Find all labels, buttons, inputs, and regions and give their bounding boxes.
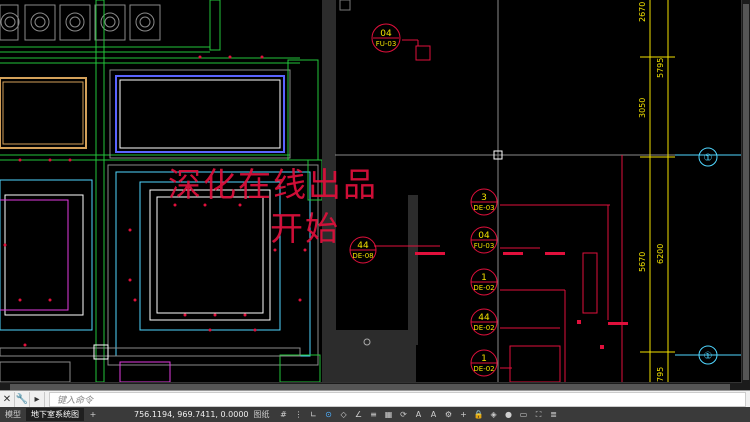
tag-code: DE-02 bbox=[473, 284, 494, 292]
tag-code: DE-02 bbox=[473, 324, 494, 332]
tag-code: FU-03 bbox=[376, 40, 397, 48]
otrack-icon[interactable]: ∠ bbox=[353, 408, 365, 421]
grid-icon[interactable]: # bbox=[278, 408, 290, 421]
watermark-line2: 开始 bbox=[270, 209, 340, 248]
add-layout-icon[interactable]: + bbox=[87, 408, 99, 421]
dimension-label: 5670 bbox=[638, 252, 647, 272]
tag-num: 44 bbox=[478, 313, 490, 323]
close-icon[interactable]: ✕ bbox=[0, 392, 15, 407]
fullscreen-icon[interactable]: ⛶ bbox=[533, 408, 545, 421]
tag-num: 04 bbox=[380, 29, 392, 39]
watermark-line1: 深化在线出品 bbox=[168, 165, 378, 204]
polar-icon[interactable]: ⊙ bbox=[323, 408, 335, 421]
dimension-label: 2670 bbox=[638, 2, 647, 22]
status-bar: 模型 地下室系统图 + 756.1194, 969.7411, 0.0000 图… bbox=[0, 407, 750, 422]
dimension-label: 795 bbox=[656, 367, 665, 382]
tag-num: 44 bbox=[357, 241, 369, 251]
customize-icon[interactable]: ≣ bbox=[548, 408, 560, 421]
axis-label: ① bbox=[704, 351, 713, 362]
units-icon[interactable]: + bbox=[458, 408, 470, 421]
workspace-gear-icon[interactable]: ⚙ bbox=[443, 408, 455, 421]
selection-cycling-icon[interactable]: ⟳ bbox=[398, 408, 410, 421]
tag-num: 1 bbox=[481, 354, 487, 364]
scroll-thumb[interactable] bbox=[743, 4, 749, 380]
tag-num: 1 bbox=[481, 273, 487, 283]
command-input[interactable]: 键入命令 bbox=[49, 392, 746, 407]
tab-model[interactable]: 模型 bbox=[0, 408, 26, 421]
lock-icon[interactable]: 🔒 bbox=[473, 408, 485, 421]
monitor-icon[interactable]: ▭ bbox=[518, 408, 530, 421]
osnap-icon[interactable]: ◇ bbox=[338, 408, 350, 421]
command-prompt: 键入命令 bbox=[57, 396, 94, 406]
tag-num: 3 bbox=[481, 193, 487, 203]
drawing-canvas[interactable]: 04 FU-03 3 DE-03 04 FU-03 44 DE-08 1 DE-… bbox=[0, 0, 750, 390]
coordinates-readout: 756.1194, 969.7411, 0.0000 bbox=[134, 410, 249, 419]
snap-icon[interactable]: ⋮ bbox=[293, 408, 305, 421]
axis-label: ① bbox=[704, 153, 713, 164]
dimension-label: 3050 bbox=[638, 98, 647, 118]
tag-code: DE-08 bbox=[352, 252, 373, 260]
horizontal-scrollbar[interactable] bbox=[0, 382, 742, 390]
transparency-icon[interactable]: ▦ bbox=[383, 408, 395, 421]
tag-code: DE-02 bbox=[473, 365, 494, 373]
annotation-scale-icon[interactable]: A bbox=[413, 408, 425, 421]
isolate-icon[interactable]: ● bbox=[503, 408, 515, 421]
ortho-icon[interactable]: ∟ bbox=[308, 408, 320, 421]
hardware-acceleration-icon[interactable]: ◈ bbox=[488, 408, 500, 421]
dimension-label: 6200 bbox=[656, 244, 665, 264]
lineweight-icon[interactable]: ≡ bbox=[368, 408, 380, 421]
tab-layout[interactable]: 地下室系统图 bbox=[26, 408, 84, 421]
vertical-scrollbar[interactable] bbox=[741, 0, 750, 390]
dimension-label: 5795 bbox=[656, 58, 665, 78]
tag-code: FU-03 bbox=[474, 242, 495, 250]
paper-space-toggle[interactable]: 图纸 bbox=[249, 408, 275, 421]
tag-num: 04 bbox=[478, 231, 490, 241]
command-line: ✕ 🔧 ▸ 键入命令 bbox=[0, 390, 750, 408]
command-history-icon[interactable]: ▸ bbox=[30, 392, 45, 407]
tag-code: DE-03 bbox=[473, 204, 494, 212]
wrench-icon[interactable]: 🔧 bbox=[15, 392, 30, 407]
annotation-visibility-icon[interactable]: A bbox=[428, 408, 440, 421]
